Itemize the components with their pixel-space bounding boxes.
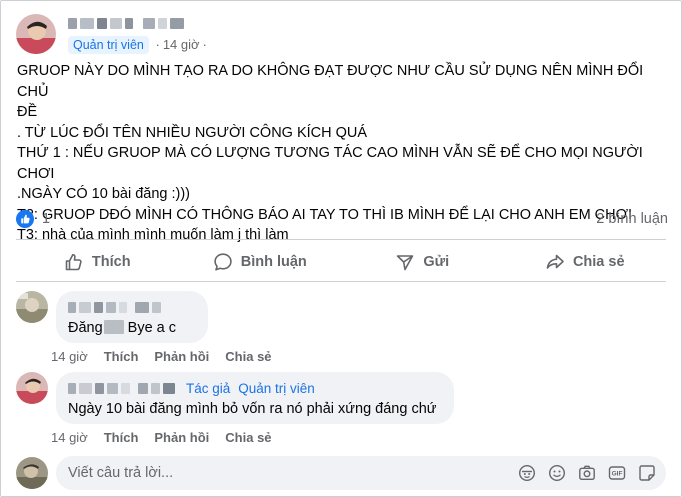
comment-count[interactable]: 2 bình luận	[596, 211, 668, 227]
speech-bubble-icon	[213, 252, 241, 272]
divider	[16, 239, 666, 240]
camera-icon[interactable]	[578, 464, 596, 482]
post-line: THỨ 1 : NẾU GRUOP MÀ CÓ LƯỢNG TƯƠNG TÁC …	[17, 145, 647, 182]
gif-icon[interactable]: GIF	[608, 464, 626, 482]
share-arrow-icon	[545, 252, 573, 272]
comment-like-button[interactable]: Thích	[104, 430, 139, 445]
comment-actions: 14 giờ Thích Phản hồi Chia sẻ	[51, 430, 288, 445]
comment-reply-button[interactable]: Phản hồi	[154, 349, 209, 364]
admin-role-badge[interactable]: Quản trị viên	[238, 381, 315, 396]
comment-text-end: Bye a c	[127, 320, 177, 336]
share-button[interactable]: Chia sẻ	[504, 244, 667, 280]
post-header: Quản trị viên · 14 giờ ·	[16, 12, 210, 56]
comment-text-start: Đăng	[68, 320, 103, 336]
author-role-badge[interactable]: Tác giả	[186, 381, 230, 396]
post-line: .NGÀY CÓ 10 bài đăng :)))	[17, 186, 191, 202]
like-button[interactable]: Thích	[16, 244, 179, 280]
commenter-avatar[interactable]	[16, 291, 48, 323]
comment-share-button[interactable]: Chia sẻ	[225, 430, 271, 445]
post-line: . TỪ LÚC ĐỔI TÊN NHIỀU NGƯỜI CÔNG KÍCH Q…	[17, 124, 368, 141]
like-label: Thích	[91, 254, 131, 270]
comment-text: Ngày 10 bài đăng mình bỏ vốn ra nó phải …	[68, 401, 437, 417]
comment-bubble: Đăng Bye a c	[56, 291, 208, 343]
comment-reply-button[interactable]: Phản hồi	[154, 430, 209, 445]
sticker-icon[interactable]	[638, 464, 656, 482]
comment-time[interactable]: 14 giờ	[51, 349, 88, 364]
post-actions: Thích Bình luận Gửi Chia sẻ	[16, 244, 666, 280]
emoji-icon[interactable]	[548, 464, 566, 482]
like-reaction-icon[interactable]	[16, 210, 34, 228]
author-avatar[interactable]	[16, 14, 56, 54]
meta-separator-2: ·	[202, 37, 207, 52]
post-line: GRUOP NÀY DO MÌNH TẠO RA DO KHÔNG ĐẠT ĐƯ…	[17, 63, 648, 100]
share-label: Chia sẻ	[572, 254, 625, 270]
commenter-name[interactable]	[68, 299, 196, 315]
reaction-count[interactable]: 1	[42, 211, 50, 227]
comment-button[interactable]: Bình luận	[179, 244, 342, 280]
censored-text	[103, 320, 124, 334]
current-user-avatar[interactable]	[16, 457, 48, 489]
comment-share-button[interactable]: Chia sẻ	[225, 349, 271, 364]
comment-time[interactable]: 14 giờ	[51, 430, 88, 445]
commenter-avatar[interactable]	[16, 372, 48, 404]
comment-like-button[interactable]: Thích	[104, 349, 139, 364]
thumbs-up-icon	[64, 252, 92, 272]
divider	[16, 281, 666, 282]
comment-bubble: Tác giả Quản trị viên Ngày 10 bài đăng m…	[56, 372, 454, 424]
reply-composer: Viết câu trả lời... GIF	[16, 456, 668, 490]
meta-separator: ·	[151, 37, 160, 52]
comment-text: Đăng Bye a c	[68, 319, 196, 338]
comment-actions: 14 giờ Thích Phản hồi Chia sẻ	[51, 349, 288, 364]
admin-badge[interactable]: Quản trị viên	[68, 35, 149, 54]
commenter-name[interactable]	[68, 382, 178, 394]
comment-label: Bình luận	[240, 254, 307, 270]
send-button[interactable]: Gửi	[341, 244, 504, 280]
post-time[interactable]: 14 giờ	[163, 37, 200, 52]
author-name[interactable]	[68, 15, 210, 33]
post-line: ĐỀ	[17, 104, 38, 120]
svg-text:GIF: GIF	[612, 471, 623, 478]
reactions-summary: 1 2 bình luận	[16, 208, 668, 230]
reply-placeholder: Viết câu trả lời...	[68, 465, 174, 481]
avatar-sticker-icon[interactable]	[518, 464, 536, 482]
send-icon	[395, 252, 423, 272]
send-label: Gửi	[423, 254, 450, 270]
reply-input[interactable]: Viết câu trả lời... GIF	[56, 456, 666, 490]
